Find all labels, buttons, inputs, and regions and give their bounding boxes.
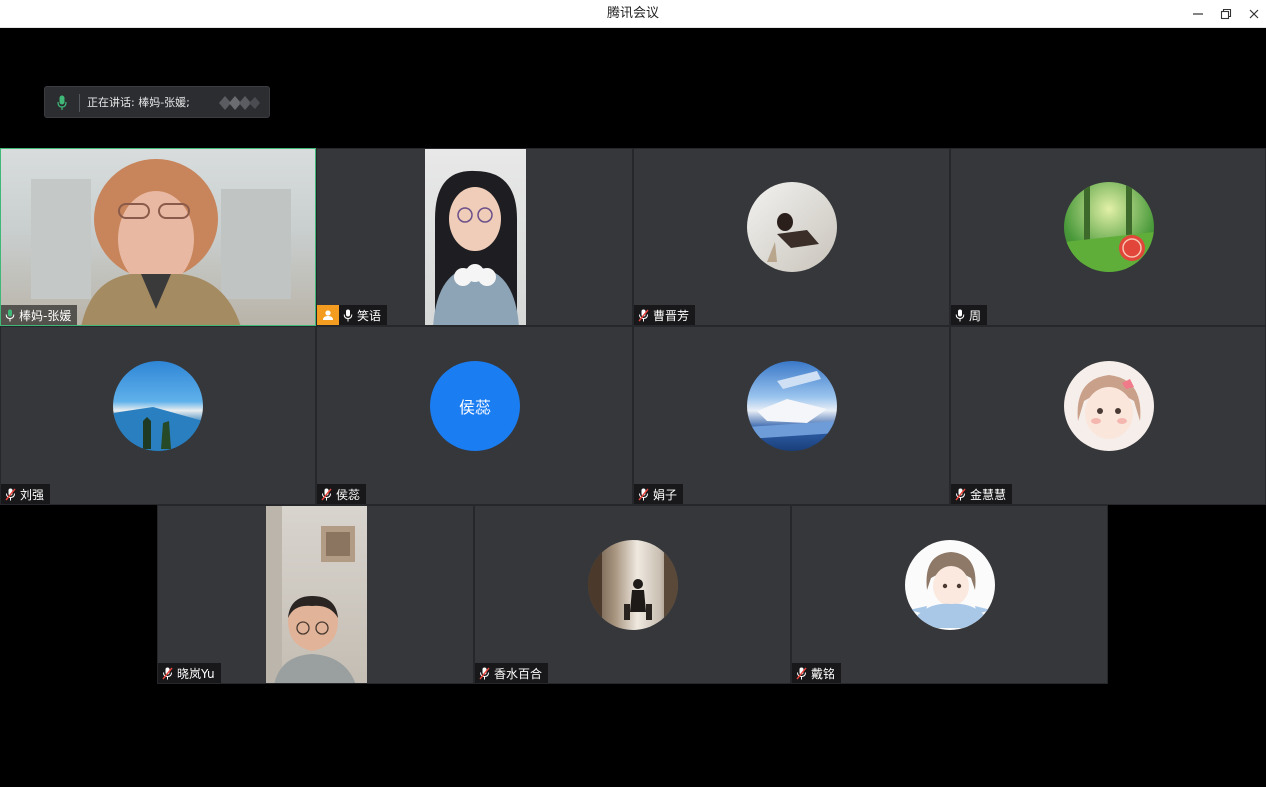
participant-name: 晓岚Yu [177,666,215,681]
participant-name: 金慧慧 [970,487,1007,502]
speaking-label: 正在讲话: 棒妈-张媛; [87,96,190,109]
participant-name: 笑语 [357,308,382,323]
speaking-indicator: 正在讲话: 棒妈-张媛; [44,86,270,118]
host-user-icon [323,310,333,320]
participant-tile[interactable]: 香水百合 [474,505,791,684]
host-badge [317,305,339,325]
mic-icon [955,309,965,322]
participant-tile[interactable]: 棒妈-张媛 [0,148,316,326]
participant-namebar: 金慧慧 [951,484,1013,504]
participant-name: 刘强 [20,487,45,502]
participant-namebar: 晓岚Yu [158,663,221,683]
mic-muted-icon [796,667,807,680]
participant-namebar: 周 [951,305,988,325]
participant-namebar: 娟子 [634,484,684,504]
avatar [1064,182,1154,272]
participant-name: 香水百合 [494,666,543,681]
window-title: 腾讯会议 [606,6,659,21]
participant-name: 棒妈-张媛 [19,308,72,323]
mic-icon [343,309,353,322]
divider [79,94,80,112]
person-video-placeholder [31,159,291,325]
avatar [588,540,678,630]
text-avatar: 侯蕊 [430,361,520,451]
mic-speaking-icon [57,95,67,110]
close-button[interactable] [1240,0,1266,28]
video-feed [425,149,526,325]
mic-muted-icon [5,488,16,501]
restore-button[interactable] [1212,0,1240,28]
participant-tile[interactable]: 娟子 [633,326,950,505]
participant-namebar: 笑语 [339,305,388,325]
participant-tile[interactable]: 侯蕊 侯蕊 [316,326,633,505]
participant-namebar: 棒妈-张媛 [1,305,78,325]
mic-muted-icon [638,309,649,322]
participant-namebar: 戴铭 [792,663,842,683]
participant-namebar: 刘强 [1,484,51,504]
participant-name: 曹晋芳 [653,308,690,323]
speaker-avatars-icon [219,96,260,110]
participant-name: 周 [969,308,982,323]
person-video-placeholder [266,506,356,683]
avatar [1064,361,1154,451]
participant-tile[interactable]: 笑语 [316,148,633,326]
avatar [905,540,995,630]
mic-muted-icon [162,667,173,680]
avatar [747,182,837,272]
video-feed [1,149,315,325]
mic-speaking-icon [5,309,15,322]
participant-tile[interactable]: 刘强 [0,326,316,505]
participant-namebar: 香水百合 [475,663,549,683]
participant-namebar: 侯蕊 [317,484,367,504]
participant-name: 侯蕊 [336,487,361,502]
participant-name: 娟子 [653,487,678,502]
participant-tile[interactable]: 曹晋芳 [633,148,950,326]
avatar [113,361,203,451]
participant-tile[interactable]: 金慧慧 [950,326,1266,505]
video-feed [266,506,367,683]
participant-tile[interactable]: 周 [950,148,1266,326]
minimize-icon [1193,13,1203,15]
title-bar: 腾讯会议 [0,0,1266,28]
avatar [747,361,837,451]
mic-muted-icon [479,667,490,680]
person-video-placeholder [433,170,519,325]
participant-namebar: 曹晋芳 [634,305,696,325]
participant-name: 戴铭 [811,666,836,681]
mic-muted-icon [955,488,966,501]
close-icon [1249,9,1259,19]
participant-tile[interactable]: 晓岚Yu [157,505,474,684]
restore-icon [1220,8,1232,20]
minimize-button[interactable] [1184,0,1212,28]
participant-tile[interactable]: 戴铭 [791,505,1108,684]
mic-muted-icon [638,488,649,501]
mic-muted-icon [321,488,332,501]
